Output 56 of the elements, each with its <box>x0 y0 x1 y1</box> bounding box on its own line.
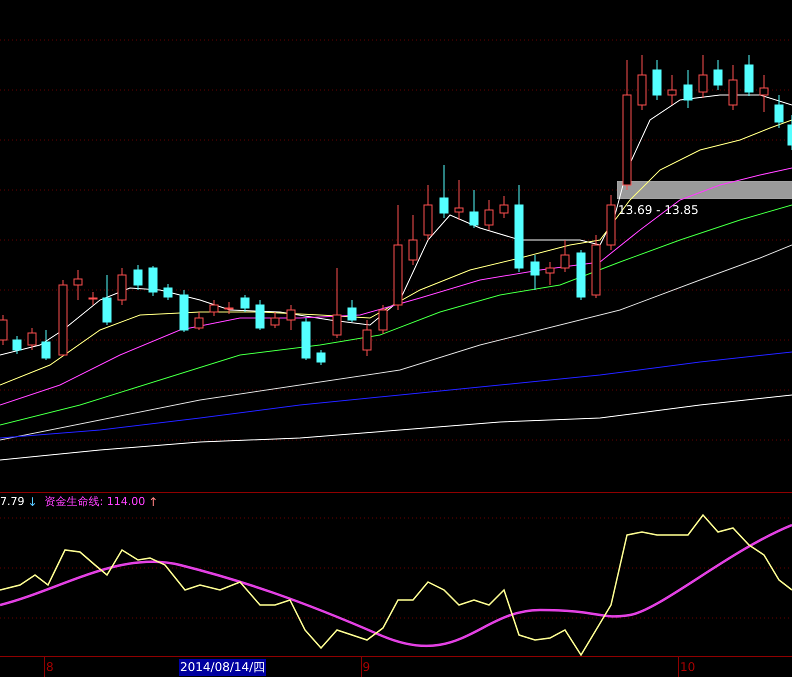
down-arrow-icon: ↓ <box>28 494 38 508</box>
candlestick <box>774 94 784 128</box>
candlestick <box>684 70 692 108</box>
candlestick <box>668 74 676 106</box>
candlestick <box>302 318 310 360</box>
candlestick <box>592 234 600 298</box>
candlestick <box>606 194 616 250</box>
candlestick <box>714 60 722 90</box>
candlestick <box>454 180 464 220</box>
cursor-date-label: 2014/08/14/四 <box>179 659 266 676</box>
candlestick <box>316 350 326 366</box>
date-label: 10 <box>680 660 696 674</box>
candlestick <box>638 54 646 110</box>
candlestick <box>270 312 280 328</box>
candlestick <box>560 240 570 272</box>
candlestick <box>12 336 22 354</box>
candlestick <box>760 74 768 112</box>
indicator-label: 资金生命线: 114.00 <box>44 494 146 509</box>
candlestick <box>164 284 172 300</box>
candlestick <box>118 268 126 306</box>
candlestick <box>546 262 554 286</box>
candlestick <box>286 304 296 330</box>
candlestick <box>256 300 264 330</box>
candlestick <box>28 328 36 350</box>
candlestick <box>408 214 418 266</box>
candlestick <box>240 294 250 312</box>
candlestick <box>332 268 342 338</box>
up-arrow-icon: ↑ <box>148 494 158 508</box>
candlestick <box>484 200 494 230</box>
candlestick <box>74 270 82 300</box>
candlestick <box>424 184 432 240</box>
candlestick <box>530 254 540 290</box>
candlestick <box>88 292 98 306</box>
candlestick <box>576 250 586 300</box>
candlestick <box>744 54 754 96</box>
candlestick <box>42 330 50 360</box>
candlestick <box>362 320 372 356</box>
candlestick <box>194 312 204 330</box>
candlestick <box>378 304 388 334</box>
candlestick <box>440 164 448 218</box>
candlestick <box>728 64 738 110</box>
candlestick <box>500 196 508 218</box>
candlestick <box>210 300 218 316</box>
date-label: 9 <box>362 660 370 674</box>
candlestick <box>698 54 708 98</box>
candlestick <box>134 264 142 290</box>
candlestick <box>102 274 112 326</box>
candlestick <box>470 190 478 228</box>
candlestick <box>788 114 792 150</box>
candlestick <box>180 290 188 332</box>
candlestick <box>224 302 234 314</box>
candlestick <box>348 300 356 322</box>
indicator-value: 7.79 <box>0 495 24 508</box>
candlestick <box>652 60 662 100</box>
candlestick <box>148 266 158 296</box>
date-label: 8 <box>46 660 54 674</box>
